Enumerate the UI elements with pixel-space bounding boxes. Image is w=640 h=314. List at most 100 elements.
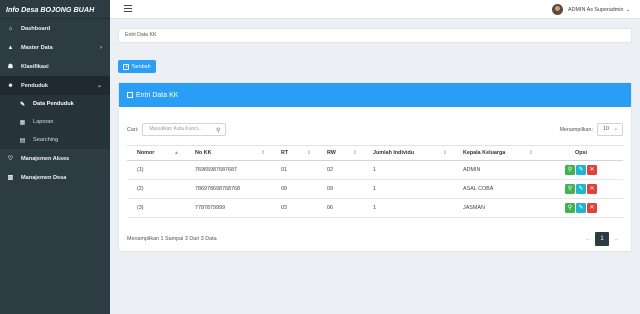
cell-jumlah: 1 xyxy=(363,179,453,199)
edit-icon: ✎ xyxy=(19,101,26,108)
column-header[interactable]: Jumlah Individu ⇕ xyxy=(363,145,453,161)
edit-icon[interactable]: ✎ xyxy=(576,165,586,175)
panel-header: Entri Data KK xyxy=(119,83,631,107)
sidebar-item-label: Manajemen Desa xyxy=(21,174,67,181)
kk-table: Nomor ▲ No KK ⇕ RT ⇕ RW ⇕ Jumlah Individu ⇕ K… xyxy=(127,145,623,218)
page-size-value: 10 xyxy=(603,126,609,132)
delete-icon[interactable]: ✕ xyxy=(587,165,597,175)
cell-rt: 01 xyxy=(271,160,317,180)
edit-icon xyxy=(127,92,133,98)
sidebar-item-master-data[interactable]: ▲ Master Data › xyxy=(0,38,110,57)
cell-kepala: JASMAN xyxy=(453,198,539,218)
search-placeholder: Masukkan Kata Kunci... xyxy=(149,126,202,132)
column-header: Opsi xyxy=(539,145,623,161)
cell-nomor: (2) xyxy=(127,179,185,199)
sort-icon: ⇕ xyxy=(528,150,533,156)
sidebar-item-label: Master Data xyxy=(21,44,53,51)
search-input[interactable]: Masukkan Kata Kunci... ⚲ xyxy=(142,123,227,137)
sort-icon: ⇕ xyxy=(442,150,447,156)
sidebar-item-klasifikasi[interactable]: ☗ Klasifikasi xyxy=(0,57,110,76)
column-header[interactable]: No KK ⇕ xyxy=(185,145,271,161)
user-menu[interactable]: ADMIN As Superadmin ⌄ xyxy=(552,4,630,15)
user-name: ADMIN As Superadmin xyxy=(568,6,624,13)
avatar xyxy=(552,4,564,15)
table-icon: ▦ xyxy=(19,119,26,126)
cell-nomor: (1) xyxy=(127,160,185,180)
graduation-icon: ▲ xyxy=(7,44,14,51)
delete-icon[interactable]: ✕ xyxy=(587,203,597,213)
cell-no-kk: 76965987687687 xyxy=(185,160,271,180)
sidebar-item-label: Manajemen Akses xyxy=(21,155,70,162)
plus-icon: + xyxy=(123,63,130,70)
sidebar-item-label: Penduduk xyxy=(21,82,49,89)
next-page-button[interactable]: → xyxy=(609,232,623,246)
view-icon[interactable]: ⚲ xyxy=(565,184,575,194)
view-icon[interactable]: ⚲ xyxy=(565,165,575,175)
sidebar-item-label: Laporan xyxy=(33,119,54,125)
column-header[interactable]: RW ⇕ xyxy=(317,145,363,161)
sidebar-item-laporan[interactable]: ▦ Laporan xyxy=(0,113,110,131)
chevron-down-icon: ⌄ xyxy=(96,83,102,89)
table-info: Menampilkan 1 Sampai 3 Dari 3 Data xyxy=(127,236,217,242)
cell-opsi: ⚲ ✎ ✕ xyxy=(539,198,623,218)
cell-no-kk: 786978698768768 xyxy=(185,179,271,199)
delete-icon[interactable]: ✕ xyxy=(587,184,597,194)
table-row: (3) 7787879999 03 06 1 JASMAN ⚲ ✎ ✕ xyxy=(127,198,623,218)
cell-rw: 06 xyxy=(317,198,363,218)
search-label: Cari: xyxy=(127,126,139,133)
panel-title: Entri Data KK xyxy=(136,91,179,99)
cell-jumlah: 1 xyxy=(363,160,453,180)
cell-rw: 09 xyxy=(317,179,363,199)
cell-opsi: ⚲ ✎ ✕ xyxy=(539,179,623,199)
page-button-1[interactable]: 1 xyxy=(595,232,609,246)
sidebar-item-manajemen-desa[interactable]: ▥ Manajemen Desa xyxy=(0,168,110,187)
add-button-label: Tambah xyxy=(131,63,151,70)
sidebar-submenu: ✎ Data Penduduk ▦ Laporan ▤ Searching xyxy=(0,95,110,149)
cell-opsi: ⚲ ✎ ✕ xyxy=(539,160,623,180)
top-navbar: ADMIN As Superadmin ⌄ xyxy=(110,0,640,19)
search-group: Cari: Masukkan Kata Kunci... ⚲ xyxy=(127,123,227,137)
grid-icon: ▥ xyxy=(7,175,14,181)
prev-page-button[interactable]: ← xyxy=(581,232,595,246)
column-header[interactable]: Kepala Keluarga ⇕ xyxy=(453,145,539,161)
cell-rt: 09 xyxy=(271,179,317,199)
app-title: Info Desa BOJONG BUAH xyxy=(0,0,110,19)
pagination: ← 1 → xyxy=(581,232,623,246)
add-button[interactable]: + Tambah xyxy=(118,60,156,73)
sidebar: Info Desa BOJONG BUAH ⌂ Dashboard ▲ Mast… xyxy=(0,0,110,314)
column-header[interactable]: RT ⇕ xyxy=(271,145,317,161)
table-header-row: Nomor ▲ No KK ⇕ RT ⇕ RW ⇕ Jumlah Individu ⇕ K… xyxy=(127,145,623,161)
sidebar-item-manajemen-akses[interactable]: ♡ Manajemen Akses xyxy=(0,149,110,168)
page-size-select[interactable]: 10 ⌄ xyxy=(597,123,623,136)
page-size-label: Menampilkan: xyxy=(559,126,593,133)
sidebar-item-label: Dashboard xyxy=(21,25,51,32)
sidebar-item-searching[interactable]: ▤ Searching xyxy=(0,131,110,149)
sidebar-item-label: Klasifikasi xyxy=(21,63,49,70)
sort-icon: ⇕ xyxy=(306,150,311,156)
cell-kepala: ASAL COBA xyxy=(453,179,539,199)
search-icon[interactable]: ⚲ xyxy=(216,126,220,137)
chevron-right-icon: › xyxy=(100,44,102,51)
family-icon: ☻ xyxy=(7,82,14,89)
page-size-group: Menampilkan: 10 ⌄ xyxy=(559,123,623,136)
sort-icon: ⇕ xyxy=(260,150,265,156)
table-row: (1) 76965987687687 01 02 1 ADMIN ⚲ ✎ ✕ xyxy=(127,160,623,180)
cell-kepala: ADMIN xyxy=(453,160,539,180)
column-header[interactable]: Nomor ▲ xyxy=(127,145,185,161)
cell-no-kk: 7787879999 xyxy=(185,198,271,218)
entri-kk-panel: Entri Data KK Cari: Masukkan Kata Kunci.… xyxy=(118,82,632,252)
heart-icon: ♡ xyxy=(7,156,14,162)
chevron-down-icon: ⌄ xyxy=(613,126,618,132)
sidebar-item-label: Data Penduduk xyxy=(33,101,74,107)
sidebar-item-penduduk[interactable]: ☻ Penduduk ⌄ xyxy=(0,76,110,95)
edit-icon[interactable]: ✎ xyxy=(576,203,586,213)
table-row: (2) 786978698768768 09 09 1 ASAL COBA ⚲ ✎… xyxy=(127,179,623,199)
sidebar-item-dashboard[interactable]: ⌂ Dashboard xyxy=(0,19,110,38)
cell-nomor: (3) xyxy=(127,198,185,218)
menu-toggle-icon[interactable] xyxy=(124,5,132,13)
edit-icon[interactable]: ✎ xyxy=(576,184,586,194)
view-icon[interactable]: ⚲ xyxy=(565,203,575,213)
sort-icon: ⇕ xyxy=(352,150,357,156)
sidebar-item-data-penduduk[interactable]: ✎ Data Penduduk xyxy=(0,95,110,113)
chevron-down-icon: ⌄ xyxy=(625,6,630,13)
